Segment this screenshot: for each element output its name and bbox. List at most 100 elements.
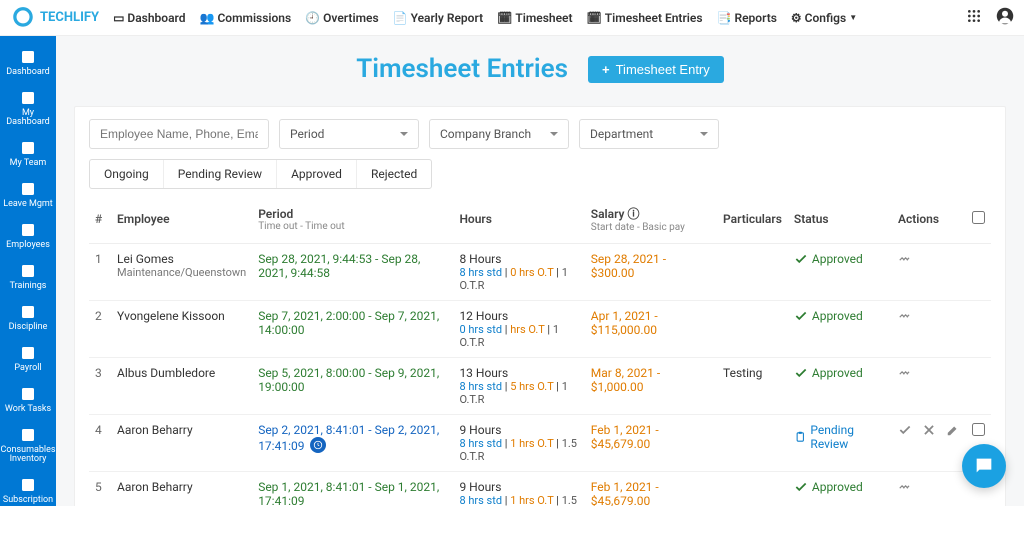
status-cell: Approved	[788, 358, 892, 415]
search-input[interactable]	[89, 119, 269, 149]
period-cell: Sep 7, 2021, 2:00:00 - Sep 7, 2021, 14:0…	[252, 301, 453, 358]
row-action[interactable]	[898, 366, 912, 383]
actions-cell	[892, 358, 966, 415]
col-employee: Employee	[111, 195, 252, 244]
particulars-cell: Testing	[717, 358, 788, 415]
status-cell: Approved	[788, 472, 892, 507]
table-row: 1Lei GomesMaintenance/QueenstownSep 28, …	[89, 244, 991, 301]
status-badge: Approved	[794, 252, 863, 266]
col-actions: Actions	[892, 195, 966, 244]
row-index: 4	[89, 415, 111, 472]
row-action[interactable]	[898, 252, 912, 269]
actions-cell	[892, 472, 966, 507]
particulars-cell	[717, 301, 788, 358]
clock-icon	[310, 437, 326, 453]
salary-cell: Feb 1, 2021 - $45,679.00	[585, 472, 717, 507]
branch-filter[interactable]: Company Branch	[429, 119, 569, 149]
period-cell: Sep 28, 2021, 9:44:53 - Sep 28, 2021, 9:…	[252, 244, 453, 301]
apps-icon[interactable]	[966, 8, 982, 27]
sidebar-item-employees[interactable]: Employees	[0, 215, 56, 256]
sidebar-icon	[19, 221, 37, 239]
chevron-down-icon: ▼	[849, 13, 857, 22]
chat-fab[interactable]	[962, 444, 1006, 488]
sidebar-icon	[19, 385, 37, 403]
topnav-configs[interactable]: ⚙Configs ▼	[791, 11, 857, 25]
topnav-yearly-report[interactable]: 📄Yearly Report	[393, 11, 484, 25]
sidebar-item-work-tasks[interactable]: Work Tasks	[0, 379, 56, 420]
sidebar-item-my-team[interactable]: My Team	[0, 133, 56, 174]
timesheet-table: # Employee PeriodTime out - Time out Hou…	[89, 195, 991, 506]
nav-icon: 👥	[200, 11, 215, 25]
sidebar-item-dashboard[interactable]: Dashboard	[0, 42, 56, 83]
nav-icon: 🕘	[305, 11, 320, 25]
brand-text: TECHLIFY	[40, 10, 99, 25]
nav-icon: 🗓	[497, 11, 512, 25]
hours-cell: 13 Hours8 hrs std | 5 hrs O.T | 1 O.T.R	[453, 358, 584, 415]
row-checkbox[interactable]	[972, 423, 985, 436]
sidebar-item-appraisal[interactable]: Appraisal	[0, 511, 56, 552]
particulars-cell	[717, 244, 788, 301]
add-timesheet-entry-button[interactable]: + Timesheet Entry	[588, 56, 724, 83]
topnav-timesheet-entries[interactable]: 🗓Timesheet Entries	[587, 11, 703, 25]
topnav-timesheet[interactable]: 🗓Timesheet	[497, 11, 572, 25]
salary-cell: Apr 1, 2021 - $115,000.00	[585, 301, 717, 358]
sidebar-icon	[19, 48, 37, 66]
main-content: Timesheet Entries + Timesheet Entry Peri…	[56, 36, 1024, 506]
content-card: Period Company Branch Department Ongoing…	[74, 106, 1006, 506]
sidebar-item-discipline[interactable]: Discipline	[0, 297, 56, 338]
sidebar-icon	[19, 89, 37, 107]
info-icon[interactable]: ⓘ	[627, 207, 639, 221]
nav-icon: ⚙	[791, 11, 802, 25]
table-row: 3Albus DumbledoreSep 5, 2021, 8:00:00 - …	[89, 358, 991, 415]
add-button-label: Timesheet Entry	[616, 62, 710, 77]
account-icon[interactable]	[996, 7, 1014, 28]
tab-approved[interactable]: Approved	[277, 160, 357, 188]
status-cell: Pending Review	[788, 415, 892, 472]
topnav-commissions[interactable]: 👥Commissions	[200, 11, 292, 25]
actions-cell	[892, 244, 966, 301]
hours-cell: 9 Hours8 hrs std | 1 hrs O.T | 1.5 O.T.R	[453, 415, 584, 472]
sidebar-icon	[19, 476, 37, 494]
sidebar-item-subscription[interactable]: Subscription	[0, 470, 56, 511]
col-period: PeriodTime out - Time out	[252, 195, 453, 244]
employee-cell: Aaron Beharry	[111, 472, 252, 507]
table-row: 5Aaron BeharrySep 1, 2021, 8:41:01 - Sep…	[89, 472, 991, 507]
sidebar-icon	[19, 262, 37, 280]
select-all-checkbox[interactable]	[972, 211, 985, 224]
nav-icon: 🗓	[587, 11, 602, 25]
table-row: 4Aaron BeharrySep 2, 2021, 8:41:01 - Sep…	[89, 415, 991, 472]
sidebar: DashboardMy DashboardMy TeamLeave MgmtEm…	[0, 36, 56, 506]
status-cell: Approved	[788, 301, 892, 358]
tab-pending-review[interactable]: Pending Review	[164, 160, 277, 188]
status-badge: Approved	[794, 366, 863, 380]
department-filter[interactable]: Department	[579, 119, 719, 149]
period-filter[interactable]: Period	[279, 119, 419, 149]
row-action[interactable]	[898, 480, 912, 497]
tab-rejected[interactable]: Rejected	[357, 160, 431, 188]
col-particulars: Particulars	[717, 195, 788, 244]
top-nav: TECHLIFY ▭Dashboard 👥Commissions 🕘Overtime…	[0, 0, 1024, 36]
topnav-reports[interactable]: 📑Reports	[717, 11, 777, 25]
approve-action[interactable]	[898, 423, 912, 440]
salary-cell: Feb 1, 2021 - $45,679.00	[585, 415, 717, 472]
tab-ongoing[interactable]: Ongoing	[90, 160, 164, 188]
topnav-overtimes[interactable]: 🕘Overtimes	[305, 11, 378, 25]
topnav-dashboard[interactable]: ▭Dashboard	[113, 11, 185, 25]
brand-logo[interactable]: TECHLIFY	[10, 5, 99, 31]
sidebar-icon	[19, 426, 37, 444]
sidebar-item-payroll[interactable]: Payroll	[0, 338, 56, 379]
nav-icon: 📄	[393, 11, 408, 25]
chevron-down-icon	[550, 132, 558, 140]
row-action[interactable]	[898, 309, 912, 326]
sidebar-icon	[19, 139, 37, 157]
sidebar-item-trainings[interactable]: Trainings	[0, 256, 56, 297]
sidebar-item-leave-mgmt[interactable]: Leave Mgmt	[0, 174, 56, 215]
edit-action[interactable]	[946, 423, 960, 440]
col-index: #	[89, 195, 111, 244]
reject-action[interactable]	[922, 423, 936, 440]
col-hours: Hours	[453, 195, 584, 244]
period-cell: Sep 2, 2021, 8:41:01 - Sep 2, 2021, 17:4…	[252, 415, 453, 472]
nav-icon: ▭	[113, 11, 124, 25]
sidebar-item-my-dashboard[interactable]: My Dashboard	[0, 83, 56, 133]
sidebar-item-consumables-inventory[interactable]: Consumables Inventory	[0, 420, 56, 470]
